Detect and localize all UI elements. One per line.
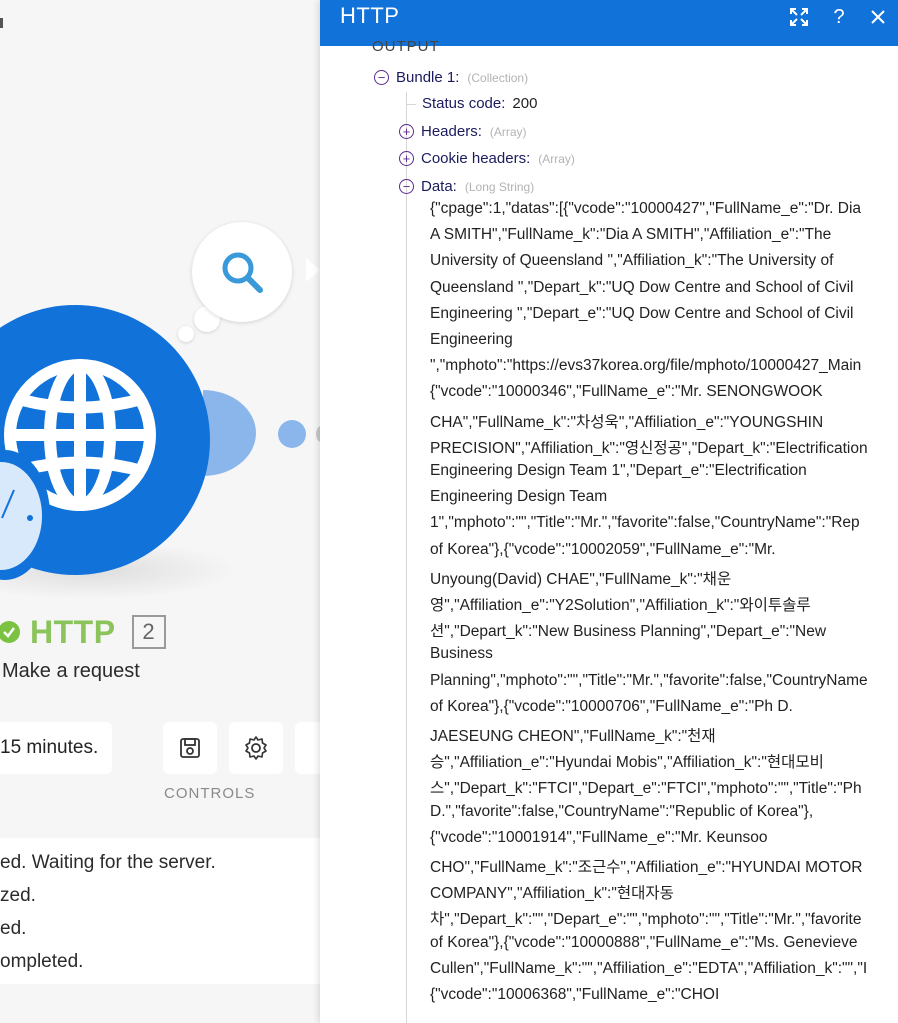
collapse-icon[interactable]: − [399,179,414,194]
inspect-output-bubble[interactable] [192,222,292,322]
canvas-edge-mark [0,18,3,28]
data-string-line: 승","Affiliation_e":"Hyundai Mobis","Affi… [430,754,824,772]
log-line: zed. [0,885,36,906]
node-type: (Collection) [467,70,529,85]
close-icon[interactable] [865,4,891,30]
node-value: 200 [512,95,538,112]
data-string-line: 영","Affiliation_e":"Y2Solution","Affilia… [430,597,811,614]
data-string-line: of Korea"},{"vcode":"10002059","FullName… [430,540,776,558]
scenario-canvas[interactable]: HTTP 2 Make a request 15 minutes. CONTRO… [0,0,320,1023]
data-string-line: PRECISION","Affiliation_k":"영신정공","Depar… [430,439,868,457]
data-string-line: Cullen","FullName_k":"","Affiliation_e":… [430,959,868,977]
expand-plus-icon[interactable]: + [399,151,414,166]
node-key: Bundle 1: [396,69,460,86]
data-string-line: ","mphoto":"https://evs37korea.org/file/… [430,357,862,375]
data-string-line: Business [430,645,493,663]
data-string-line: University of Queensland ","Affiliation_… [430,252,834,270]
data-string-line: COMPANY","Affiliation_k":"현대자동 [430,885,674,903]
data-string-line: CHA","FullName_k":"차성욱","Affiliation_e":… [430,413,824,431]
save-icon [180,738,200,758]
search-icon [222,252,263,293]
module-connector-dot[interactable] [278,420,306,448]
schedule-setting[interactable]: 15 minutes. [0,722,112,774]
execution-log: ed. Waiting for the server. zed. ed. omp… [0,838,320,984]
data-string-line: D.","favorite":false,"CountryName":"Repu… [430,802,814,820]
node-key: Status code: [422,95,506,112]
tree-guide-tick [406,104,416,105]
data-string-line: {"vcode":"10001914","FullName_e":"Mr. Ke… [430,828,768,846]
help-icon[interactable]: ? [826,4,852,30]
module-id-badge: 2 [131,615,166,649]
data-string-line: CHO","FullName_k":"조근수","Affiliation_e":… [430,859,863,876]
data-string-line: {"vcode":"10000346","FullName_e":"Mr. SE… [430,383,823,401]
app-root: HTTP 2 Make a request 15 minutes. CONTRO… [0,0,898,1023]
data-string-line: JAESEUNG CHEON","FullName_k":"천재 [430,728,716,745]
expand-icon[interactable] [786,4,812,30]
tree-node-cookie-headers[interactable]: + Cookie headers: (Array) [399,150,575,167]
data-string-line: Engineering Design Team 1","Depart_e":"E… [430,462,807,479]
output-inspector-panel: HTTP ? OUTPUT − Bundle 1: (Collection) S… [320,0,898,1023]
data-string-line: Engineering [430,331,513,348]
tree-guide-line [406,92,407,1023]
data-string-line: of Korea"},{"vcode":"10000706","FullName… [430,697,793,715]
node-key: Data: [421,178,457,195]
data-string-line: A SMITH","FullName_k":"Dia A SMITH","Aff… [430,226,832,244]
badge-clock-hand-icon [1,489,33,521]
collapse-icon[interactable]: − [374,70,389,85]
data-string-line: 스","Depart_k":"FTCI","Depart_e":"FTCI","… [430,780,862,798]
node-type: (Array) [489,124,527,139]
data-string-line: Queensland ","Depart_k":"UQ Dow Centre a… [430,278,854,296]
module-name: HTTP [30,613,116,650]
data-string-line: Unyoung(David) CHAE","FullName_k":"채운 [430,570,732,588]
node-type: (Long String) [464,179,535,194]
data-string-line: {"cpage":1,"datas":[{"vcode":"10000427",… [430,200,862,217]
notes-icon [310,736,320,760]
log-line: ompleted. [0,951,84,972]
save-button[interactable] [163,722,217,774]
data-string-line: of Korea"},{"vcode":"10000888","FullName… [430,933,858,951]
node-type: (Array) [538,151,575,166]
settings-button[interactable] [229,722,283,774]
log-line: ed. Waiting for the server. [0,852,216,873]
tree-node-headers[interactable]: + Headers: (Array) [399,123,527,140]
log-line: ed. [0,918,27,939]
controls-label: CONTROLS [164,785,256,802]
gear-icon [245,736,267,760]
tree-node-bundle[interactable]: − Bundle 1: (Collection) [374,69,528,86]
expand-plus-icon[interactable]: + [399,124,414,139]
data-string-line: {"vcode":"10006368","FullName_e":"CHOI [430,986,720,1003]
panel-title: HTTP [340,3,400,28]
module-title-row: HTTP 2 [0,612,166,652]
notes-button[interactable] [295,722,320,774]
output-section-label: OUTPUT [372,38,440,55]
node-key: Cookie headers: [421,150,531,167]
search-bubble-tail-small [178,326,194,342]
data-string-line: Engineering Design Team [430,488,608,506]
bubble-pointer [306,258,320,282]
tree-node-status: Status code: 200 [422,95,537,112]
data-string-line: Engineering ","Depart_e":"UQ Dow Centre … [430,304,854,322]
tree-node-data[interactable]: − Data: (Long String) [399,178,534,195]
module-subtitle: Make a request [2,660,140,682]
data-string-line: 1","mphoto":"","Title":"Mr.","favorite":… [430,514,860,532]
data-string-line: 차","Depart_k":"","Depart_e":"","mphoto":… [430,911,862,929]
success-check-icon [0,621,20,643]
data-string-line: Planning","mphoto":"","Title":"Mr.","fav… [430,671,868,689]
data-string-line: 션","Depart_k":"New Business Planning","D… [430,623,827,641]
node-key: Headers: [421,123,482,140]
